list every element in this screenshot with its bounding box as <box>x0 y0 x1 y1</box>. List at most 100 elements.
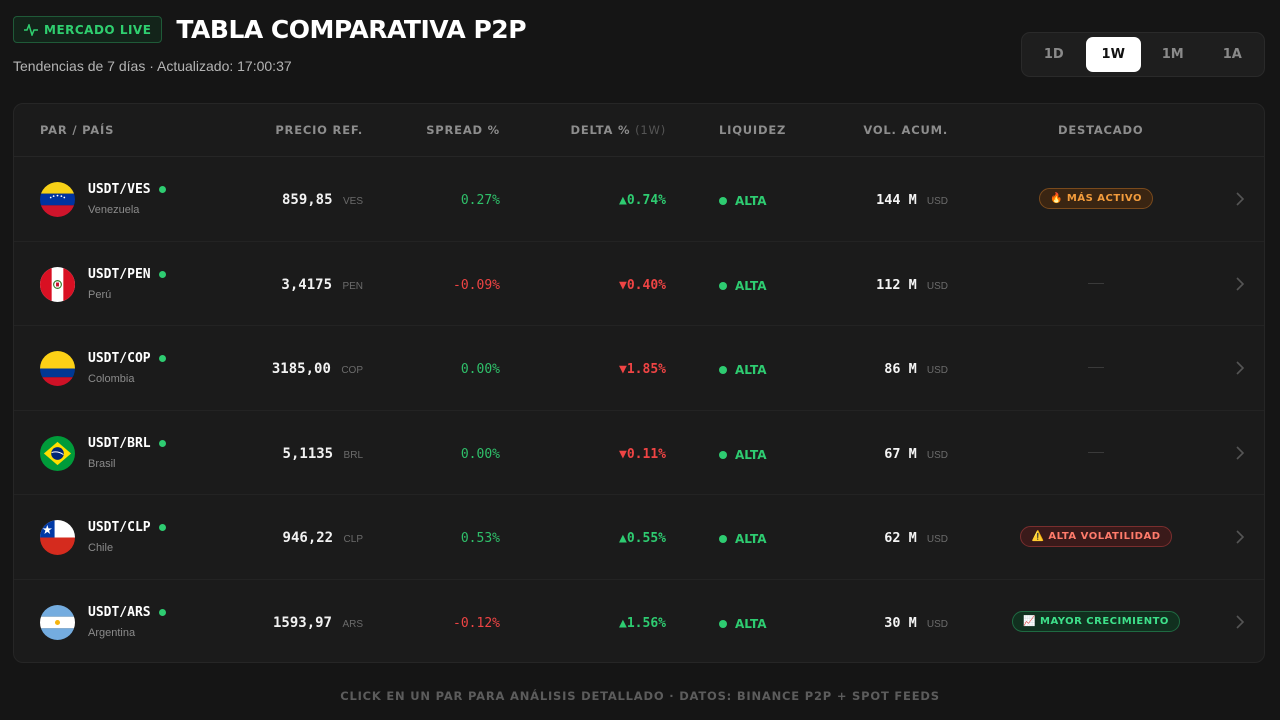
page-title: TABLA COMPARATIVA P2P <box>176 15 527 44</box>
table-row-usdt-clp[interactable]: USDT/CLP Chile 946,22 CLP 0.53% ▲0.55% A… <box>14 495 1264 580</box>
column-header-price[interactable]: PRECIO REF. <box>275 123 363 137</box>
volume-currency: USD <box>926 365 948 376</box>
price-value: 946,22 <box>282 530 334 546</box>
liquidity-dot <box>719 619 727 628</box>
peru-flag <box>40 266 75 302</box>
liquidity-label: ALTA <box>735 447 767 462</box>
liquidity-label: ALTA <box>735 194 767 208</box>
colombia-flag <box>40 351 75 386</box>
table-row-usdt-pen[interactable]: USDT/PEN Perú 3,4175 PEN -0.09% ▼0.40% A… <box>14 242 1264 326</box>
volume-value: 86 M <box>884 361 917 377</box>
pulse-icon <box>24 23 38 36</box>
online-status-dot <box>158 439 166 447</box>
period-button-1m[interactable]: 1M <box>1145 37 1201 72</box>
liquidity: ALTA <box>719 448 767 462</box>
pair-label: USDT/COP <box>88 351 151 366</box>
volume-currency: USD <box>926 196 948 207</box>
period-button-1w[interactable]: 1W <box>1085 37 1141 72</box>
online-status-dot <box>158 186 166 193</box>
column-header-highlight: DESTACADO <box>1058 123 1144 137</box>
price-value: 859,85 <box>281 192 333 208</box>
column-header-delta-period: (1W) <box>635 123 666 137</box>
chevron-right-icon[interactable] <box>1234 445 1246 461</box>
liquidity-dot <box>719 197 727 205</box>
page-subtitle: Tendencias de 7 días · Actualizado: 17:0… <box>13 58 292 74</box>
volume-accumulated: 67 M USD <box>884 446 948 462</box>
pair-name: USDT/ARS <box>88 605 166 620</box>
liquidity: ALTA <box>719 363 767 377</box>
highlight-cell: 📈 MAYOR CRECIMIENTO <box>984 580 1208 663</box>
table-body: USDT/VES Venezuela 859,85 VES 0.27% ▲0.7… <box>14 157 1264 663</box>
liquidity: ALTA <box>719 617 767 631</box>
column-header-liquidity[interactable]: LIQUIDEZ <box>719 123 786 137</box>
spread-value: 0.27% <box>460 193 500 208</box>
volume-currency: USD <box>926 280 948 292</box>
volume-currency: USD <box>926 534 948 545</box>
live-badge: MERCADO LIVE <box>13 16 163 43</box>
liquidity-dot <box>719 450 727 459</box>
table-header: PAR / PAÍS PRECIO REF. SPREAD % DELTA % … <box>14 104 1264 157</box>
chevron-right-icon[interactable] <box>1234 276 1246 292</box>
price-ref: 1593,97 ARS <box>273 615 363 631</box>
liquidity-dot <box>719 535 727 543</box>
period-button-1a[interactable]: 1A <box>1205 37 1261 72</box>
price-ref: 859,85 VES <box>282 192 363 208</box>
pair-label: USDT/ARS <box>88 604 151 620</box>
live-badge-label: MERCADO LIVE <box>44 22 152 37</box>
liquidity: ALTA <box>719 532 767 546</box>
volume-currency: USD <box>926 449 948 461</box>
country-name: Perú <box>88 288 112 301</box>
country-name: Venezuela <box>88 204 140 216</box>
venezuela-flag <box>40 182 75 217</box>
online-status-dot <box>158 524 166 531</box>
delta-value: ▲1.56% <box>619 615 666 631</box>
price-currency: CLP <box>343 534 363 545</box>
volume-accumulated: 112 M USD <box>876 277 948 293</box>
spread-value: 0.00% <box>460 362 500 377</box>
liquidity-label: ALTA <box>735 532 767 546</box>
volume-accumulated: 30 M USD <box>884 615 948 631</box>
page-header: MERCADO LIVE TABLA COMPARATIVA P2P Tende… <box>13 15 527 74</box>
pair-label: USDT/PEN <box>88 266 151 282</box>
column-header-volume[interactable]: VOL. ACUM. <box>863 123 948 137</box>
online-status-dot <box>158 270 166 278</box>
price-value: 3185,00 <box>271 361 331 377</box>
table-row-usdt-ves[interactable]: USDT/VES Venezuela 859,85 VES 0.27% ▲0.7… <box>14 157 1264 242</box>
liquidity-label: ALTA <box>735 278 767 293</box>
delta-value: ▼0.40% <box>619 277 666 293</box>
volume-value: 144 M <box>876 192 917 208</box>
chevron-right-icon[interactable] <box>1234 614 1246 630</box>
argentina-flag <box>40 604 75 640</box>
highlight-cell: ⚠️ ALTA VOLATILIDAD <box>984 495 1208 579</box>
price-value: 1593,97 <box>272 614 332 631</box>
table-row-usdt-cop[interactable]: USDT/COP Colombia 3185,00 COP 0.00% ▼1.8… <box>14 326 1264 411</box>
price-ref: 3,4175 PEN <box>281 277 363 293</box>
liquidity: ALTA <box>719 194 767 208</box>
column-header-delta[interactable]: DELTA % (1W) <box>571 123 667 137</box>
price-currency: PEN <box>342 280 363 292</box>
country-name: Argentina <box>88 626 136 639</box>
volume-accumulated: 62 M USD <box>884 530 948 546</box>
chevron-right-icon[interactable] <box>1234 360 1246 376</box>
pair-name: USDT/BRL <box>88 436 166 451</box>
column-header-pair[interactable]: PAR / PAÍS <box>40 123 114 137</box>
highlight-badge: ⚠️ ALTA VOLATILIDAD <box>1020 526 1172 548</box>
highlight-badge: 📈 MAYOR CRECIMIENTO <box>1012 611 1180 633</box>
period-button-1d[interactable]: 1D <box>1026 37 1082 72</box>
table-row-usdt-ars[interactable]: USDT/ARS Argentina 1593,97 ARS -0.12% ▲1… <box>14 580 1264 663</box>
online-status-dot <box>158 355 166 362</box>
price-currency: BRL <box>343 449 363 461</box>
delta-value: ▼1.85% <box>619 362 666 377</box>
price-ref: 3185,00 COP <box>272 361 363 377</box>
spread-value: -0.12% <box>453 615 500 631</box>
chevron-right-icon[interactable] <box>1234 529 1246 545</box>
chevron-right-icon[interactable] <box>1234 191 1246 207</box>
pair-name: USDT/VES <box>88 182 166 197</box>
price-ref: 5,1135 BRL <box>283 446 363 462</box>
empty-dash <box>1088 367 1104 369</box>
highlight-cell: 🔥 MÁS ACTIVO <box>984 157 1208 241</box>
volume-accumulated: 144 M USD <box>876 192 948 208</box>
table-row-usdt-brl[interactable]: USDT/BRL Brasil 5,1135 BRL 0.00% ▼0.11% … <box>14 411 1264 495</box>
brazil-flag <box>40 435 75 471</box>
column-header-spread[interactable]: SPREAD % <box>426 123 500 137</box>
